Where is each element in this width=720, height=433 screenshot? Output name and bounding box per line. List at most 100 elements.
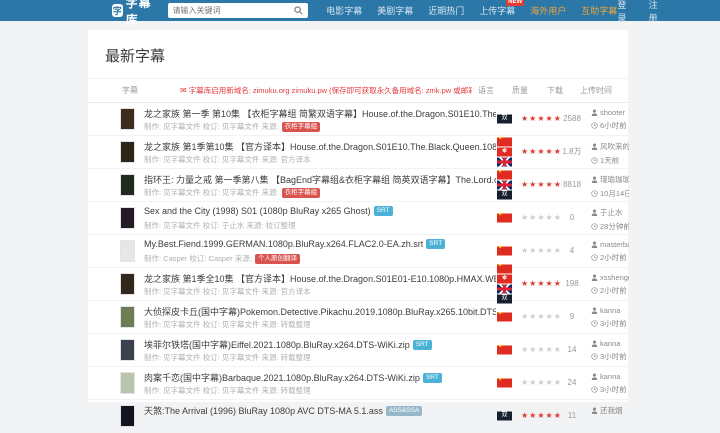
subtitle-meta-line: 制作: 见字幕文件 校订: 见字幕文件 来源: 转载整理 xyxy=(144,385,496,396)
uploader-name[interactable]: 瑾瑜珈珈珈 xyxy=(600,174,629,185)
page-title: 最新字幕 xyxy=(88,30,628,79)
format-badge: SRT xyxy=(426,239,445,249)
poster-thumbnail[interactable] xyxy=(120,174,135,196)
clock-icon xyxy=(591,254,598,261)
uploader-name[interactable]: xsshengd xyxy=(600,273,629,282)
user-icon xyxy=(591,209,598,216)
cn-flag-icon xyxy=(497,265,512,274)
uploader-line: shooter xyxy=(591,108,629,117)
poster-thumbnail[interactable] xyxy=(120,240,135,262)
upload-time: 1天前 xyxy=(600,155,619,166)
col-download-label: 下载 xyxy=(540,85,570,96)
uploader-line: 还我烟 xyxy=(591,405,629,416)
subtitle-meta-line: 制作: 见字幕文件 校订: 见字幕文件 来源: 转载整理 xyxy=(144,352,496,363)
subtitle-title-link[interactable]: 大侦探皮卡丘(国中字幕)Pokemon.Detective.Pikachu.20… xyxy=(144,305,496,318)
language-flags: 双 xyxy=(497,412,512,421)
nav-mutual-subtitles[interactable]: 互助字幕 xyxy=(581,4,617,17)
upload-time-line: 2小时前 xyxy=(591,252,629,263)
upload-time: 2小时前 xyxy=(600,285,627,296)
nav-movie-subtitles[interactable]: 电影字幕 xyxy=(326,4,362,17)
upload-time: 3小时前 xyxy=(600,318,627,329)
subtitle-title-link[interactable]: 龙之家族 第1季第10集 【官方译本】House.of.the.Dragon.S… xyxy=(144,140,496,153)
uploader-name[interactable]: 风吹来的那 xyxy=(600,141,629,152)
subtitle-meta-line: 制作: Casper 校订: Casper 来源: 个人原创翻译 xyxy=(144,253,496,264)
uploader-line: 于止水 xyxy=(591,207,629,218)
upload-time: 6小时前 xyxy=(600,120,627,131)
hk-flag-icon xyxy=(497,148,512,157)
subtitle-title-line: 龙之家族 第1季全10集 【官方译本】House.of.the.Dragon.S… xyxy=(144,272,496,285)
uploader-cell: kanna 3小时前 xyxy=(591,306,629,329)
format-badges: SRT xyxy=(423,373,442,383)
uploader-name[interactable]: masterball xyxy=(600,240,629,249)
nav-recent-hot[interactable]: 近期热门 xyxy=(428,4,464,17)
uk-flag-icon xyxy=(497,181,512,190)
subtitle-title-link[interactable]: 龙之家族 第一季 第10集 【衣柜字幕组 简繁双语字幕】House.of.the… xyxy=(144,107,496,120)
uploader-name[interactable]: 还我烟 xyxy=(600,405,623,416)
subtitle-title-link[interactable]: 埃菲尔铁塔(国中字幕)Eiffel.2021.1080p.BluRay.x264… xyxy=(144,338,410,351)
subtitle-row: 龙之家族 第1季第10集 【官方译本】House.of.the.Dragon.S… xyxy=(88,136,628,169)
language-flags xyxy=(497,346,512,355)
meta-text: 制作: 见字幕文件 校订: 见字幕文件 来源: xyxy=(144,187,279,198)
language-flags xyxy=(497,214,512,223)
subtitle-title-link[interactable]: 指环王: 力量之戒 第一季第八集 【BagEnd字幕组&衣柜字幕组 简英双语字幕… xyxy=(144,173,496,186)
download-count: 8818 xyxy=(556,169,588,201)
register-link[interactable]: 注册 xyxy=(649,0,662,24)
uploader-name[interactable]: shooter xyxy=(600,108,625,117)
upload-time: 10月14日 xyxy=(600,188,629,199)
meta-text: 制作: 见字幕文件 校订: 于止水 来源: 校订整理 xyxy=(144,220,296,231)
uploader-cell: kanna 3小时前 xyxy=(591,372,629,395)
poster-thumbnail[interactable] xyxy=(120,306,135,328)
meta-text: 制作: 见字幕文件 校订: 见字幕文件 来源: 转载整理 xyxy=(144,352,311,363)
nav-tv-subtitles[interactable]: 美剧字幕 xyxy=(377,4,413,17)
subtitle-title-link[interactable]: Sex and the City (1998) S01 (1080p BluRa… xyxy=(144,206,371,216)
uploader-cell: kanna 3小时前 xyxy=(591,339,629,362)
subtitle-title-link[interactable]: 龙之家族 第1季全10集 【官方译本】House.of.the.Dragon.S… xyxy=(144,272,496,285)
meta-text: 制作: Casper 校订: Casper 来源: xyxy=(144,253,252,264)
uploader-name[interactable]: kanna xyxy=(600,339,620,348)
language-flags: 双 xyxy=(497,171,512,200)
poster-thumbnail[interactable] xyxy=(120,207,135,229)
mail-icon: ✉ xyxy=(180,86,187,95)
cn-flag-icon xyxy=(497,346,512,355)
poster-thumbnail[interactable] xyxy=(120,273,135,295)
source-group-badge[interactable]: 衣柜字幕组 xyxy=(282,188,321,198)
download-count: 198 xyxy=(556,268,588,300)
uploader-line: 瑾瑜珈珈珈 xyxy=(591,174,629,185)
uploader-cell: shooter 6小时前 xyxy=(591,108,629,131)
subtitle-title-link[interactable]: My.Best.Fiend.1999.GERMAN.1080p.BluRay.x… xyxy=(144,239,423,249)
nav-overseas-users[interactable]: 海外用户 xyxy=(530,4,566,17)
uploader-name[interactable]: kanna xyxy=(600,372,620,381)
poster-thumbnail[interactable] xyxy=(120,141,135,163)
poster-thumbnail[interactable] xyxy=(120,405,135,427)
subtitle-title-link[interactable]: 肉案千恋(国中字幕)Barbaque.2021.1080p.BluRay.x26… xyxy=(144,371,420,384)
subtitle-title-link[interactable]: 天煞:The Arrival (1996) BluRay 1080p AVC D… xyxy=(144,404,383,417)
clock-icon xyxy=(591,287,598,294)
upload-time: 2小时前 xyxy=(600,252,627,263)
main-nav: 电影字幕 美剧字幕 近期热门 上传字幕NEW 海外用户 互助字幕 xyxy=(326,4,617,17)
login-link[interactable]: 登录 xyxy=(617,0,630,24)
nav-upload-subtitle[interactable]: 上传字幕NEW xyxy=(479,4,515,17)
logo-text: 字幕库 xyxy=(126,0,158,28)
clock-icon xyxy=(591,122,598,129)
search-input[interactable] xyxy=(173,6,295,15)
subtitle-meta-line: 制作: 见字幕文件 校订: 于止水 来源: 校订整理 xyxy=(144,220,496,231)
content-card: 最新字幕 字幕 ✉ 字幕库启用新域名: zimuku.org zimuku.pw… xyxy=(88,30,628,402)
subtitle-meta-line: 制作: 见字幕文件 校订: 见字幕文件 来源: 官方译本 xyxy=(144,154,496,165)
dual-flag-icon: 双 xyxy=(497,191,512,200)
user-icon xyxy=(591,274,598,281)
user-icon xyxy=(591,143,598,150)
search-button[interactable] xyxy=(294,6,303,15)
site-logo[interactable]: 字 字幕库 xyxy=(112,0,158,28)
domain-announcement: ✉ 字幕库启用新域名: zimuku.org zimuku.pw (保存即可获取… xyxy=(180,85,472,96)
uploader-name[interactable]: 于止水 xyxy=(600,207,623,218)
poster-thumbnail[interactable] xyxy=(120,108,135,130)
poster-thumbnail[interactable] xyxy=(120,372,135,394)
user-icon xyxy=(591,373,598,380)
source-group-badge[interactable]: 个人原创翻译 xyxy=(255,254,300,264)
uploader-cell: 于止水 28分钟前 xyxy=(591,207,629,232)
subtitle-meta-line: 制作: 见字幕文件 校订: 见字幕文件 来源: 转载整理 xyxy=(144,319,496,330)
source-group-badge[interactable]: 衣柜字幕组 xyxy=(282,122,321,132)
col-language-label: 语言 xyxy=(472,85,500,96)
uploader-name[interactable]: kanna xyxy=(600,306,620,315)
poster-thumbnail[interactable] xyxy=(120,339,135,361)
